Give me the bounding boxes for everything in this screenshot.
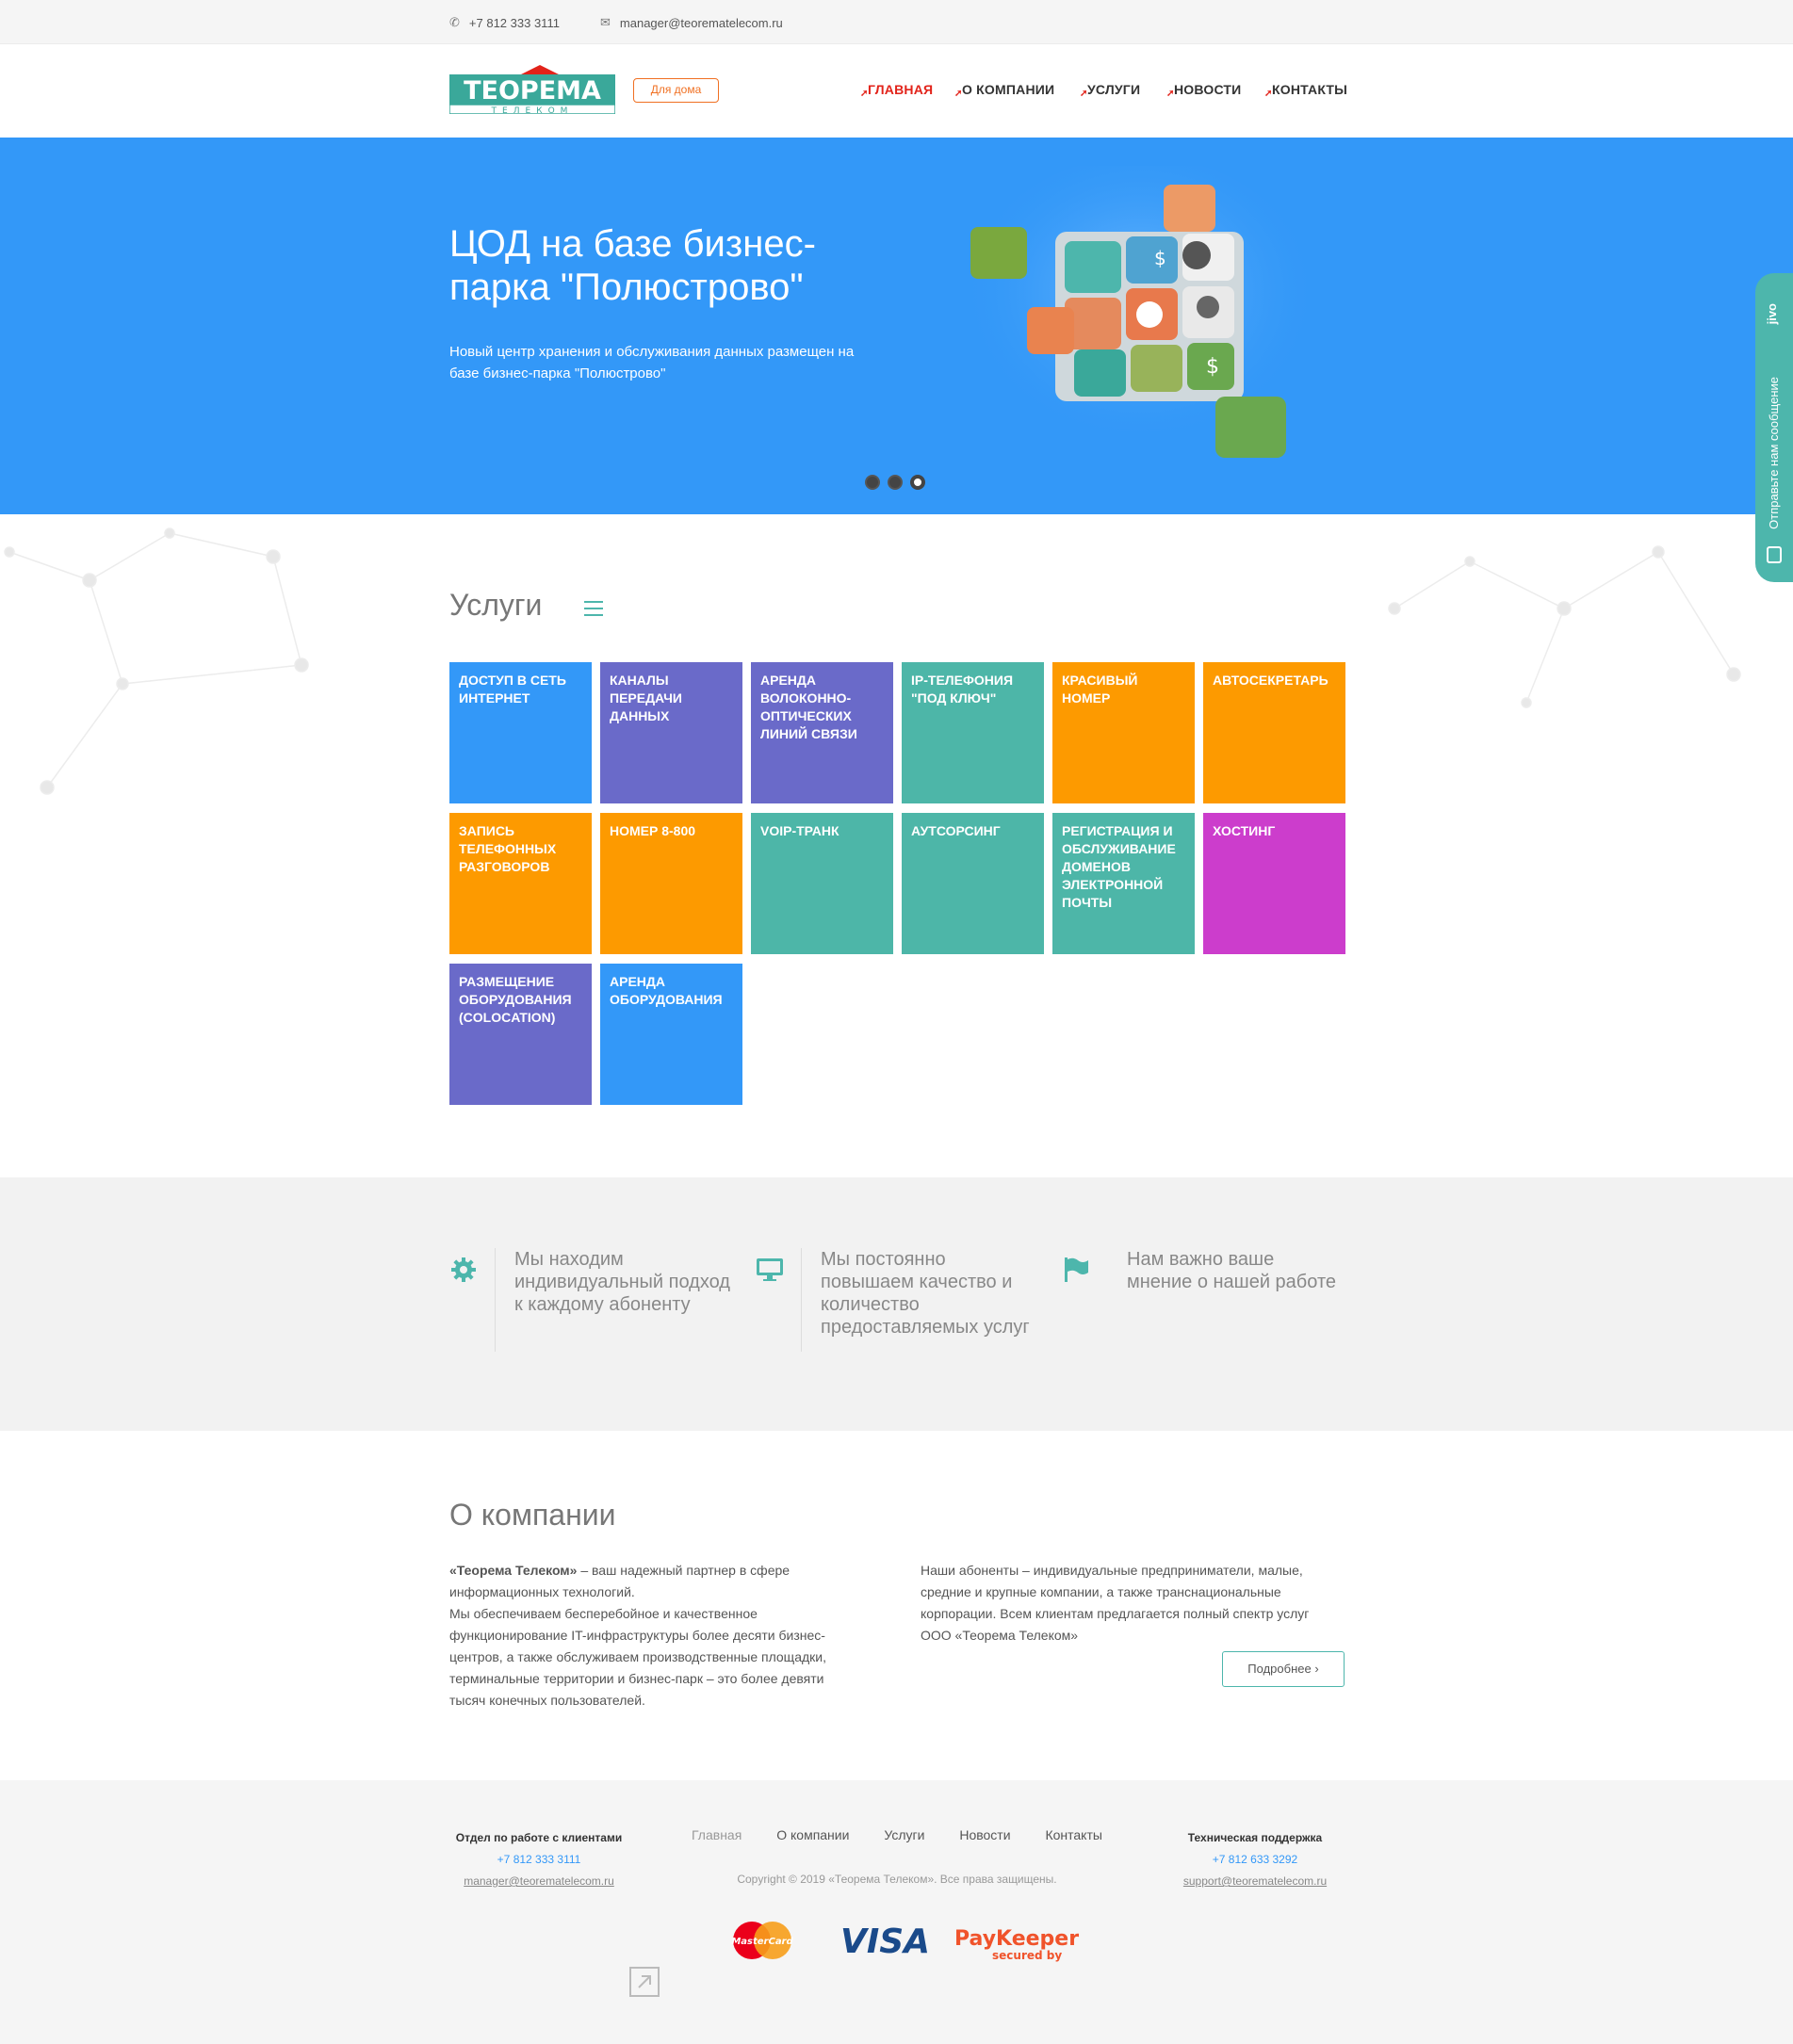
footer-nav-services[interactable]: Услуги — [884, 1827, 924, 1842]
nav-contacts[interactable]: ➚ КОНТАКТЫ — [1264, 82, 1347, 99]
service-tile[interactable]: IP-телефония "под ключ" — [902, 662, 1044, 803]
about-text-right: Наши абоненты – индивидуальные предприни… — [921, 1563, 1310, 1643]
footer-clients: Отдел по работе с клиентами +7 812 333 3… — [449, 1827, 628, 1892]
svg-text:$: $ — [1154, 247, 1166, 269]
arrow-icon: ➚ — [1264, 89, 1273, 99]
about-text-left: «Теорема Телеком» – ваш надежный партнер… — [449, 1560, 845, 1711]
topbar-email[interactable]: ✉ manager@teorematelecom.ru — [600, 15, 783, 30]
arrow-icon: ➚ — [954, 89, 963, 99]
footer-support: Техническая поддержка +7 812 633 3292 su… — [1165, 1827, 1345, 1892]
about-paragraph: «Теорема Телеком» – ваш надежный партнер… — [449, 1563, 791, 1599]
hero-text: Новый центр хранения и обслуживания данн… — [449, 344, 855, 381]
topbar-phone-text: +7 812 333 3111 — [468, 15, 560, 30]
svg-text:PayKeeper: PayKeeper — [954, 1927, 1079, 1951]
monitor-icon — [757, 1258, 783, 1281]
features-section: Мы находим индивидуальный подход к каждо… — [0, 1177, 1793, 1431]
service-tile[interactable]: Автосекретарь — [1203, 662, 1345, 803]
footer-support-head: Техническая поддержка — [1187, 1831, 1323, 1844]
svg-text:ТЕЛЕКОМ: ТЕЛЕКОМ — [491, 106, 574, 114]
divider — [495, 1248, 496, 1352]
slider-dot[interactable] — [888, 475, 903, 490]
flag-icon — [1065, 1257, 1088, 1282]
footer-support-email[interactable]: support@teorematelecom.ru — [1165, 1871, 1345, 1892]
footer-nav-about[interactable]: О компании — [776, 1827, 849, 1842]
service-tile[interactable]: Аренда волоконно-оптических линий связи — [751, 662, 893, 803]
about-paragraph: Мы обеспечиваем бесперебойное и качестве… — [449, 1606, 826, 1708]
service-tile[interactable]: Аутсорсинг — [902, 813, 1044, 954]
payment-logos: MasterCard VISA PayKeeper secured by — [731, 1922, 1079, 1962]
chat-widget-label: Отправьте нам сообщение — [1767, 377, 1781, 529]
top-bar: ✆ +7 812 333 3111 ✉ manager@teorematelec… — [0, 0, 1793, 44]
nav-about[interactable]: ➚ О КОМПАНИИ — [954, 82, 1054, 99]
slider-dots — [865, 475, 925, 490]
footer-nav: Главная О компании Услуги Новости Контак… — [692, 1827, 1102, 1842]
home-button[interactable]: Для дома — [633, 78, 719, 103]
company-name: «Теорема Телеком» — [449, 1563, 578, 1578]
arrow-icon: ➚ — [1080, 89, 1088, 99]
mastercard-logo: MasterCard — [731, 1922, 794, 1959]
arrow-icon: ➚ — [1166, 89, 1175, 99]
phone-icon: ✆ — [449, 15, 460, 29]
svg-text:ТЕОРЕМА: ТЕОРЕМА — [464, 76, 601, 105]
chat-icon — [1767, 546, 1782, 563]
visa-logo: VISA — [840, 1922, 930, 1961]
nav-main[interactable]: ➚ ГЛАВНАЯ — [860, 82, 933, 99]
service-tile[interactable]: Каналы передачи данных — [600, 662, 742, 803]
feature-text: Мы находим индивидуальный подход к каждо… — [514, 1249, 730, 1315]
service-tile[interactable]: Аренда оборудования — [600, 964, 742, 1105]
about-title: О компании — [449, 1498, 616, 1532]
footer-clients-email[interactable]: manager@teorematelecom.ru — [449, 1871, 628, 1892]
envelope-icon: ✉ — [600, 15, 611, 29]
footer: Отдел по работе с клиентами +7 812 333 3… — [0, 1780, 1793, 2044]
hero-title: ЦОД на базе бизнес-парка "Полюстрово" — [449, 223, 816, 308]
slider-dot[interactable] — [865, 475, 880, 490]
divider — [801, 1248, 802, 1352]
hero-slider: ЦОД на базе бизнес-парка "Полюстрово" Но… — [0, 138, 1793, 514]
service-tile[interactable]: Красивый номер — [1052, 662, 1195, 803]
services-title: Услуги — [449, 588, 543, 622]
nav-services[interactable]: ➚ УСЛУГИ — [1080, 82, 1140, 99]
footer-clients-head: Отдел по работе с клиентами — [455, 1831, 623, 1844]
nav-news[interactable]: ➚ НОВОСТИ — [1166, 82, 1241, 99]
footer-nav-main[interactable]: Главная — [692, 1827, 742, 1842]
footer-nav-news[interactable]: Новости — [959, 1827, 1010, 1842]
cubes-illustration: $ $ — [961, 166, 1319, 458]
service-tile[interactable]: VoIP-транк — [751, 813, 893, 954]
network-background — [4, 527, 1741, 795]
svg-text:secured by: secured by — [992, 1949, 1062, 1962]
service-tile[interactable]: Регистрация и обслуживание доменов элект… — [1052, 813, 1195, 954]
service-tile[interactable]: Хостинг — [1203, 813, 1345, 954]
arrow-icon: ➚ — [860, 89, 869, 99]
more-button[interactable]: Подробнее › — [1222, 1651, 1345, 1687]
paykeeper-logo: PayKeeper secured by — [954, 1927, 1079, 1962]
footer-nav-contacts[interactable]: Контакты — [1045, 1827, 1101, 1842]
svg-text:$: $ — [1206, 355, 1219, 379]
copyright: Copyright © 2019 «Теорема Телеком». Все … — [737, 1873, 1057, 1886]
service-tile[interactable]: Запись телефонных разговоров — [449, 813, 592, 954]
service-tile[interactable]: Номер 8-800 — [600, 813, 742, 954]
feature-text: Нам важно ваше мнение о нашей работе — [1127, 1249, 1337, 1292]
footer-clients-phone[interactable]: +7 812 333 3111 — [449, 1849, 628, 1871]
scroll-up-icon[interactable] — [629, 1967, 660, 1997]
header: ТЕОРЕМА ТЕЛЕКОМ Для дома ➚ ГЛАВНАЯ ➚ О КОМ… — [0, 44, 1793, 138]
logo[interactable]: ТЕОРЕМА ТЕЛЕКОМ — [449, 65, 615, 114]
topbar-email-text: manager@teorematelecom.ru — [619, 15, 783, 30]
footer-support-phone[interactable]: +7 812 633 3292 — [1165, 1849, 1345, 1871]
topbar-phone[interactable]: ✆ +7 812 333 3111 — [449, 15, 560, 30]
jivo-logo: jivo — [1765, 303, 1779, 325]
svg-text:MasterCard: MasterCard — [731, 1937, 793, 1947]
service-tile[interactable]: Доступ в сеть интернет — [449, 662, 592, 803]
menu-icon[interactable] — [584, 601, 603, 621]
slider-dot-active[interactable] — [910, 475, 925, 490]
chevron-right-icon: › — [1314, 1662, 1319, 1676]
service-tile[interactable]: Размещение оборудования (colocation) — [449, 964, 592, 1105]
feature-text: Мы постоянно повышаем качество и количес… — [821, 1249, 1030, 1338]
gear-icon — [451, 1257, 476, 1282]
chat-widget-tab[interactable]: jivo Отправьте нам сообщение — [1755, 273, 1793, 582]
